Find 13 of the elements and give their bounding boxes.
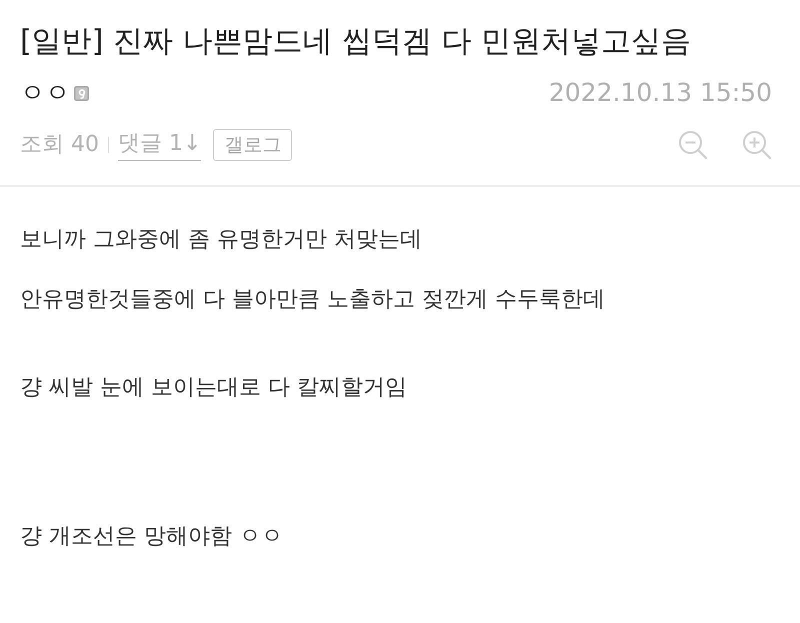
zoom-in-icon[interactable]: [742, 130, 772, 160]
post-title: [일반] 진짜 나쁜맘드네 씹덕겜 다 민원처넣고싶음: [20, 23, 692, 61]
comments-link[interactable]: 댓글 1↓: [118, 129, 202, 161]
zoom-out-icon[interactable]: [678, 130, 708, 160]
gallog-button[interactable]: 갤로그: [213, 129, 292, 161]
body-paragraph: 걍 개조선은 망해야함 ㅇㅇ: [20, 523, 284, 551]
body-paragraph: 안유명한것들중에 다 블아만큼 노출하고 젖깐게 수두룩한데: [20, 286, 606, 314]
body-paragraph: 걍 씨발 눈에 보이는대로 다 칼찌할거임: [20, 374, 408, 402]
author-name[interactable]: ㅇㅇ: [20, 75, 70, 111]
body-paragraph: 보니까 그와중에 좀 유명한거만 처맞는데: [20, 226, 423, 254]
badge-icon: [74, 86, 89, 100]
post-date: 2022.10.13 15:50: [548, 77, 772, 109]
view-count: 조회 40: [20, 131, 99, 159]
